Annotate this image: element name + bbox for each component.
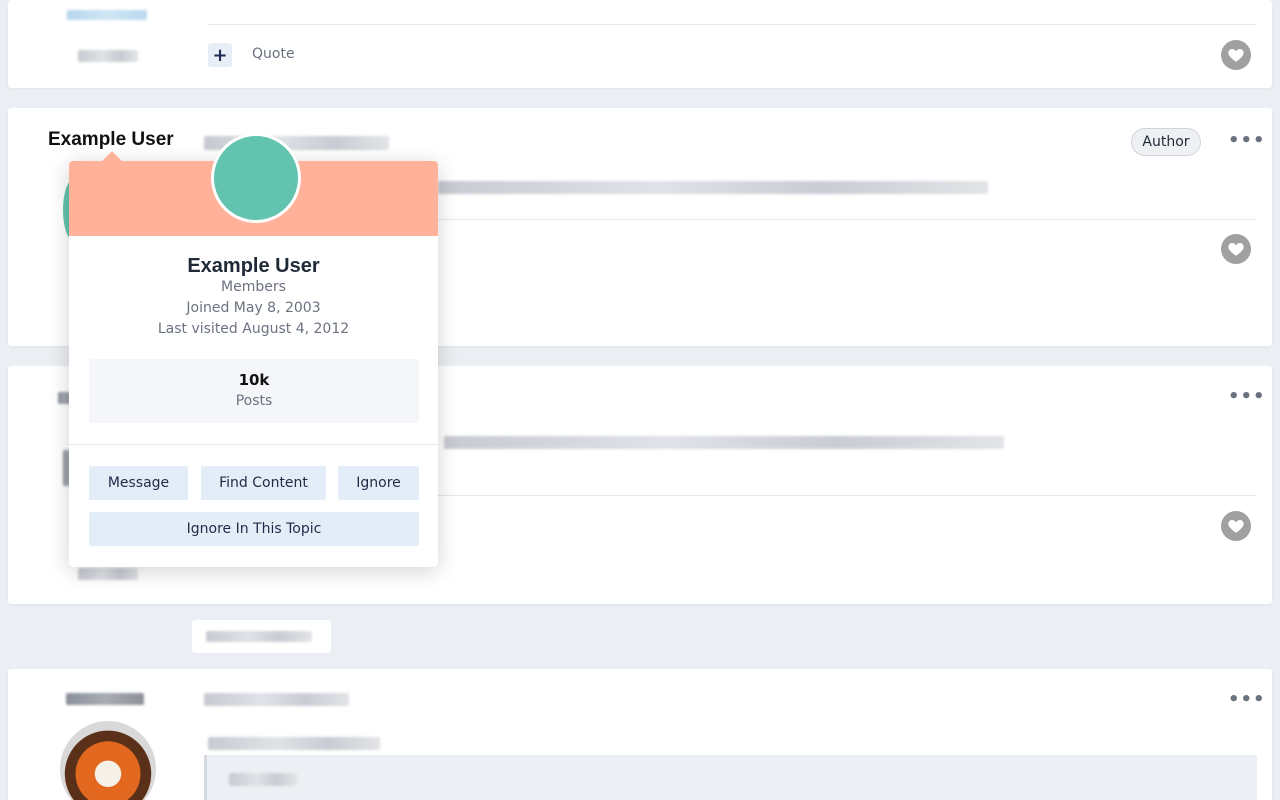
quote-button[interactable]: Quote <box>252 46 295 62</box>
blurred-username <box>66 693 144 705</box>
hovercard-last-visited: Last visited August 4, 2012 <box>157 321 350 337</box>
hovercard-group: Members <box>221 279 286 295</box>
post-count-label: Posts <box>235 393 273 409</box>
heart-icon[interactable] <box>1221 40 1251 70</box>
quote-block <box>204 755 1257 800</box>
blurred-user-rank <box>67 10 147 20</box>
multiquote-plus-button[interactable]: + <box>208 43 232 67</box>
hovercard-stats: 10k Posts <box>89 359 419 423</box>
post-card-1: + Quote <box>8 0 1272 88</box>
more-options-icon[interactable]: ••• <box>1228 388 1266 406</box>
blurred-link-text <box>206 631 312 642</box>
heart-icon[interactable] <box>1221 511 1251 541</box>
ignore-in-topic-button[interactable]: Ignore In This Topic <box>89 512 419 546</box>
more-options-icon[interactable]: ••• <box>1228 691 1266 709</box>
load-more-link[interactable] <box>192 620 331 653</box>
hovercard-joined: Joined May 8, 2003 <box>186 300 321 316</box>
blurred-quote-author <box>229 773 297 786</box>
user-hovercard: Example User Members Joined May 8, 2003 … <box>69 133 438 567</box>
find-content-button[interactable]: Find Content <box>201 466 326 500</box>
post-divider <box>208 24 1257 25</box>
hovercard-avatar[interactable] <box>211 133 301 223</box>
blurred-post-count <box>78 50 138 62</box>
blurred-post-count <box>78 568 138 580</box>
post-count-value: 10k <box>238 371 270 389</box>
blurred-post-content <box>444 436 1004 449</box>
message-button[interactable]: Message <box>89 466 188 500</box>
hovercard-divider <box>69 444 438 445</box>
heart-icon[interactable] <box>1221 234 1251 264</box>
post-author-avatar[interactable] <box>60 721 156 800</box>
more-options-icon[interactable]: ••• <box>1228 132 1266 150</box>
blurred-post-content <box>208 737 380 750</box>
blurred-post-date <box>204 693 349 706</box>
plus-icon: + <box>212 44 228 66</box>
hovercard-name[interactable]: Example User <box>69 255 438 278</box>
post-author-name[interactable]: Example User <box>48 129 174 151</box>
ignore-button[interactable]: Ignore <box>338 466 419 500</box>
blurred-post-content <box>438 181 988 194</box>
author-badge: Author <box>1131 128 1201 156</box>
